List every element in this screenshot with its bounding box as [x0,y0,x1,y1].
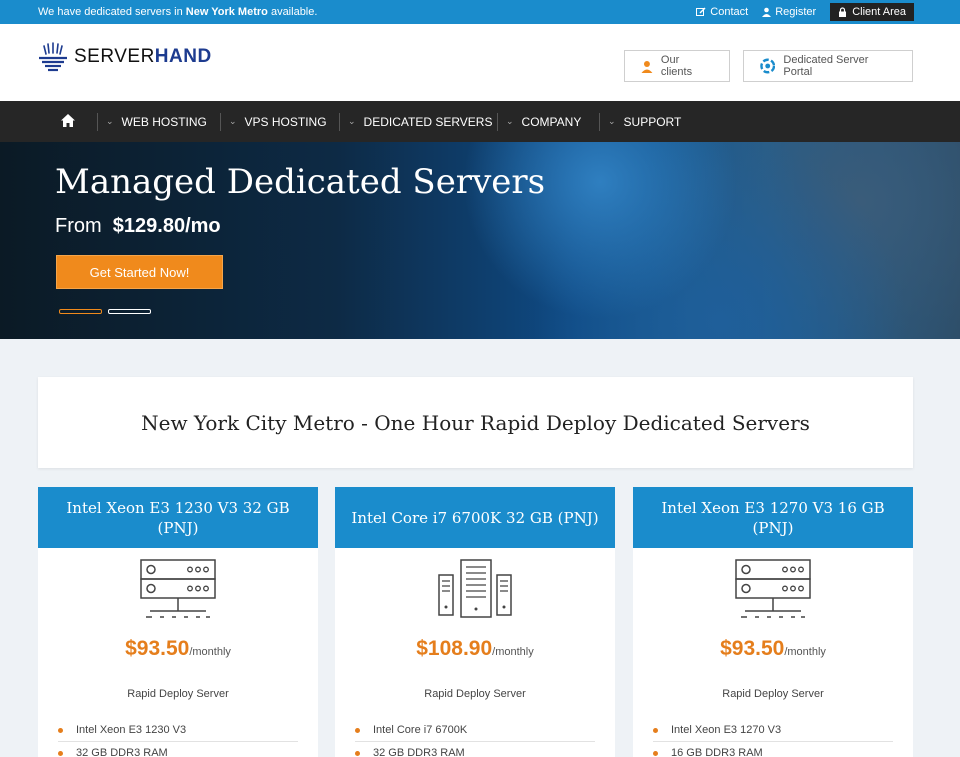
product-price: $108.90/monthly [335,637,615,661]
portal-icon [760,58,776,74]
nav-item-dedicated-servers[interactable]: ⌄ DEDICATED SERVERS [339,101,492,142]
slider-dot-1[interactable] [59,309,102,314]
availability-message: We have dedicated servers in New York Me… [38,6,317,18]
logo-hand: HAND [154,46,212,67]
price-amount: $93.50 [720,637,785,660]
logo-server: SERVER [74,46,155,67]
product-subtitle: Rapid Deploy Server [127,688,229,700]
server-towers-icon [438,559,512,618]
logo[interactable]: SERVERHAND [38,42,212,72]
nav-item-web-hosting[interactable]: ⌄ WEB HOSTING [97,101,207,142]
hero-title: Managed Dedicated Servers [55,162,546,202]
nav-item-company[interactable]: ⌄ COMPANY [497,101,581,142]
feature-list: Intel Core i7 6700K 32 GB DDR3 RAM [355,719,595,757]
product-title[interactable]: Intel Xeon E3 1230 V3 32 GB (PNJ) [38,487,318,548]
chevron-down-icon: ⌄ [348,116,356,126]
section-title-card: New York City Metro - One Hour Rapid Dep… [38,377,913,468]
nav-item-support[interactable]: ⌄ SUPPORT [599,101,681,142]
message-text: We have dedicated servers in [38,6,186,18]
register-label[interactable]: Register [775,6,816,18]
edit-icon [696,7,706,16]
client-area-button[interactable]: Client Area [830,3,914,21]
product-price: $93.50/monthly [38,637,318,661]
nav-separator [220,112,221,131]
chevron-down-icon: ⌄ [229,116,237,126]
client-area-label[interactable]: Client Area [852,6,906,18]
register-link[interactable]: Register [762,6,816,18]
server-rack-icon [140,559,216,618]
nav-label[interactable]: COMPANY [522,115,582,129]
feature-list: Intel Xeon E3 1270 V3 16 GB DDR3 RAM [653,719,893,757]
logo-hand-icon [39,42,67,72]
product-title[interactable]: Intel Core i7 6700K 32 GB (PNJ) [335,487,615,548]
hero-from-label: From [55,215,102,237]
product-title[interactable]: Intel Xeon E3 1270 V3 16 GB (PNJ) [633,487,913,548]
message-location[interactable]: New York Metro [186,6,268,18]
message-suffix: available. [267,6,318,18]
lock-icon [839,7,847,17]
main-nav: ⌄ WEB HOSTING ⌄ VPS HOSTING ⌄ DEDICATED … [0,101,960,142]
site-header: SERVERHAND Our clients Dedicated Server … [0,24,960,101]
logo-text: SERVERHAND [74,46,212,68]
top-bar: We have dedicated servers in New York Me… [0,0,960,24]
product-card: Intel Xeon E3 1230 V3 32 GB (PNJ) $93.50… [38,487,318,757]
slider-dot-2[interactable] [108,309,151,314]
price-amount: $108.90 [416,637,493,660]
feature-item: 32 GB DDR3 RAM [58,742,298,757]
product-card: Intel Core i7 6700K 32 GB (PNJ) $108.90/… [335,487,615,757]
contact-label[interactable]: Contact [710,6,748,18]
person-icon [641,60,653,73]
user-icon [762,7,772,17]
price-amount: $93.50 [125,637,190,660]
section-title: New York City Metro - One Hour Rapid Dep… [141,410,810,435]
hero-from-price: $129.80/mo [112,215,221,237]
feature-item: Intel Xeon E3 1270 V3 [653,719,893,742]
price-period: /monthly [784,646,826,658]
nav-label[interactable]: DEDICATED SERVERS [364,115,493,129]
hero-price: From $129.80/mo [55,215,221,238]
price-period: /monthly [492,646,534,658]
hero-banner: Managed Dedicated Servers From $129.80/m… [0,142,960,339]
chevron-down-icon: ⌄ [106,116,114,126]
nav-separator [97,112,98,131]
nav-label[interactable]: WEB HOSTING [122,115,207,129]
our-clients-button[interactable]: Our clients [624,50,730,82]
get-started-button[interactable]: Get Started Now! [56,255,223,289]
portal-label[interactable]: Dedicated Server Portal [783,54,896,78]
nav-item-vps-hosting[interactable]: ⌄ VPS HOSTING [220,101,327,142]
product-card: Intel Xeon E3 1270 V3 16 GB (PNJ) $93.50… [633,487,913,757]
product-subtitle: Rapid Deploy Server [424,688,526,700]
dedicated-server-portal-button[interactable]: Dedicated Server Portal [743,50,913,82]
our-clients-label[interactable]: Our clients [661,54,713,78]
contact-link[interactable]: Contact [696,6,748,18]
feature-list: Intel Xeon E3 1230 V3 32 GB DDR3 RAM [58,719,298,757]
product-subtitle: Rapid Deploy Server [722,688,824,700]
nav-separator [599,112,600,131]
nav-label[interactable]: SUPPORT [624,115,682,129]
home-icon[interactable] [61,114,75,127]
nav-separator [497,112,498,131]
price-period: /monthly [189,646,231,658]
feature-item: 32 GB DDR3 RAM [355,742,595,757]
nav-separator [339,112,340,131]
feature-item: Intel Xeon E3 1230 V3 [58,719,298,742]
nav-label[interactable]: VPS HOSTING [245,115,327,129]
chevron-down-icon: ⌄ [608,116,616,126]
server-rack-icon [735,559,811,618]
product-price: $93.50/monthly [633,637,913,661]
chevron-down-icon: ⌄ [506,116,514,126]
feature-item: Intel Core i7 6700K [355,719,595,742]
feature-item: 16 GB DDR3 RAM [653,742,893,757]
